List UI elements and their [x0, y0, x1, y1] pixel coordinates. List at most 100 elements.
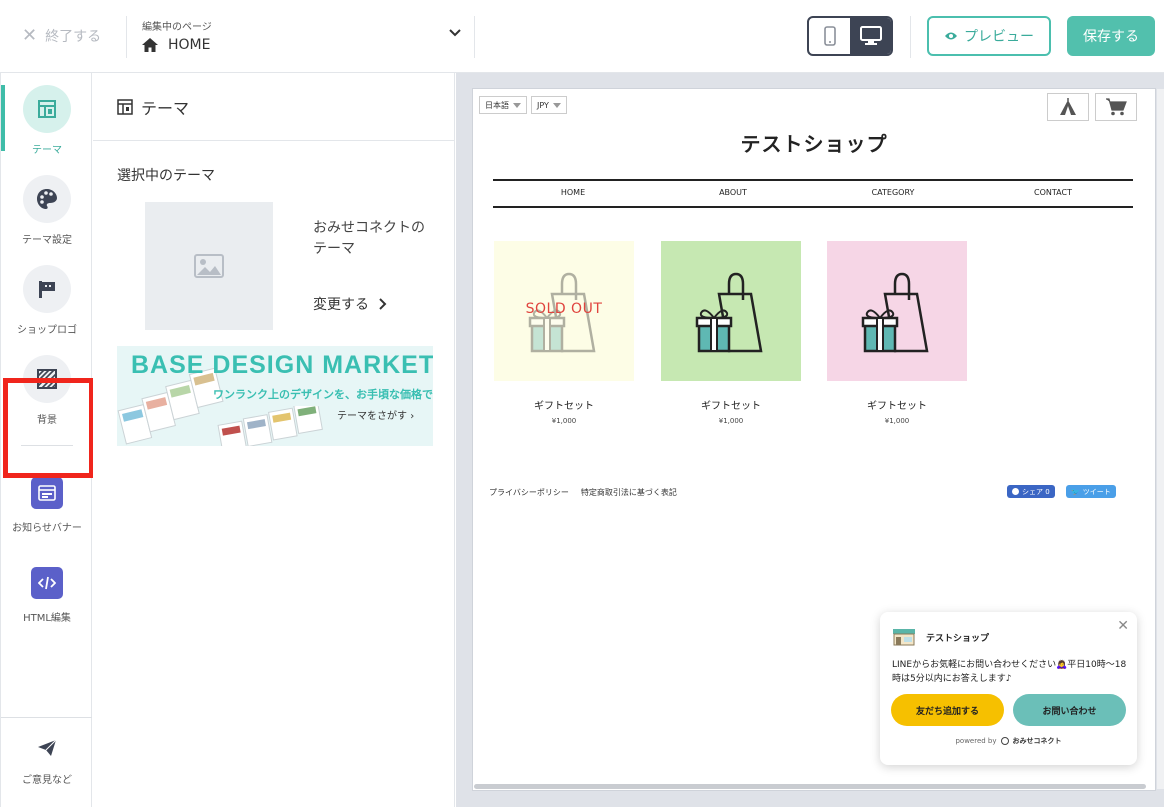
cart-button[interactable]	[1095, 93, 1137, 121]
theme-mockups-illustration	[217, 406, 323, 446]
product-price: ¥1,000	[884, 417, 910, 425]
product-card[interactable]: ギフトセット ¥1,000	[661, 241, 801, 425]
sidebar-item-label: お知らせバナー	[12, 523, 82, 534]
nav-link-contact[interactable]: CONTACT	[973, 188, 1133, 197]
sidebar-item-label: テーマ	[32, 145, 62, 156]
home-icon	[142, 38, 158, 52]
currency-select[interactable]: JPY	[531, 96, 567, 114]
divider	[1, 717, 92, 718]
stripes-icon	[37, 369, 57, 389]
product-card[interactable]: ギフトセット ¥1,000	[827, 241, 967, 425]
tweet-button[interactable]: 🐦 ツイート	[1066, 485, 1116, 498]
mobile-view-button[interactable]	[809, 18, 850, 54]
page-selector-caption: 編集中のページ	[142, 22, 212, 33]
product-card[interactable]: SOLD OUT ギフトセット ¥1,000	[494, 241, 634, 425]
commerce-law-link[interactable]: 特定商取引法に基づく表記	[581, 487, 677, 498]
palette-icon	[37, 189, 57, 209]
horizontal-scrollbar[interactable]	[474, 784, 1146, 789]
close-label: 終了する	[45, 29, 102, 45]
product-name: ギフトセット	[867, 401, 927, 412]
panel-title: テーマ	[141, 98, 190, 118]
vertical-scrollbar[interactable]	[1157, 89, 1164, 789]
dropdown-triangle-icon	[552, 102, 561, 108]
change-theme-link[interactable]: 変更する	[313, 294, 387, 314]
brand-logo-icon	[1000, 737, 1009, 745]
preview-label: プレビュー	[964, 29, 1034, 45]
device-toggle	[807, 16, 893, 56]
nav-border-bottom	[493, 206, 1133, 208]
product-price: ¥1,000	[718, 417, 744, 425]
sidebar-item-shop-logo[interactable]: ショップロゴ	[1, 265, 93, 336]
nav-link-category[interactable]: CATEGORY	[813, 188, 973, 197]
layout-icon	[117, 98, 133, 115]
page-selector[interactable]: 編集中のページ HOME	[142, 18, 462, 58]
sidebar-item-theme-settings[interactable]: テーマ設定	[1, 175, 93, 246]
layout-icon	[38, 100, 56, 118]
flag-icon	[39, 281, 55, 298]
preview-button[interactable]: プレビュー	[927, 16, 1051, 56]
sidebar-item-label: ご意見など	[22, 775, 72, 786]
theme-name: おみせコネクトのテーマ	[313, 220, 425, 257]
language-value: 日本語	[485, 100, 509, 110]
sidebar-item-html-edit[interactable]: HTML編集	[1, 567, 93, 624]
save-button[interactable]: 保存する	[1067, 16, 1155, 56]
line-chat-widget: ✕ テストショップ LINEからお気軽にお問い合わせください🙇‍♀️平日10時〜…	[880, 612, 1137, 765]
share-label: シェア 0	[1022, 487, 1050, 496]
privacy-policy-link[interactable]: プライバシーポリシー	[489, 487, 569, 498]
gift-bag-icon	[695, 272, 763, 353]
close-editor-button[interactable]: ✕ 終了する	[22, 26, 101, 46]
theme-thumbnail	[145, 202, 273, 330]
banner-title: BASE DESIGN MARKET	[131, 351, 433, 379]
banner-icon	[38, 485, 56, 501]
nav-border-top	[493, 179, 1133, 181]
image-placeholder-icon	[194, 254, 224, 278]
powered-by: powered by おみせコネクト	[880, 736, 1137, 746]
twitter-bird-icon: 🐦	[1071, 487, 1080, 496]
sidebar-item-icon-wrap	[23, 265, 71, 313]
chevron-down-icon	[449, 29, 461, 37]
chevron-right-icon: ›	[410, 411, 415, 422]
contact-button[interactable]: お問い合わせ	[1013, 694, 1126, 726]
add-friend-button[interactable]: 友だち追加する	[891, 694, 1004, 726]
shop-nav: HOME ABOUT CATEGORY CONTACT	[493, 188, 1133, 197]
divider	[126, 16, 127, 58]
design-market-banner[interactable]: BASE DESIGN MARKET ワンランク上のデザインを、お手頃な価格で …	[117, 346, 433, 446]
sidebar-item-feedback[interactable]: ご意見など	[1, 739, 93, 786]
panel-header: テーマ	[93, 73, 454, 141]
sold-out-label: SOLD OUT	[525, 301, 603, 317]
left-sidebar: テーマ テーマ設定 ショップロゴ 背景 お知らせバナー HTML編集 ご意見など	[0, 73, 92, 807]
eye-icon	[945, 32, 957, 40]
desktop-view-button[interactable]	[850, 18, 891, 54]
sidebar-item-label: HTML編集	[23, 613, 71, 624]
facebook-icon	[1012, 488, 1019, 495]
code-icon	[38, 576, 56, 590]
sidebar-item-icon-wrap	[31, 567, 63, 599]
dropdown-triangle-icon	[513, 102, 521, 108]
close-icon: ✕	[22, 25, 38, 46]
sidebar-item-label: 背景	[37, 415, 57, 426]
sidebar-item-theme[interactable]: テーマ	[1, 85, 93, 156]
nav-link-about[interactable]: ABOUT	[653, 188, 813, 197]
banner-cta: テーマをさがす ›	[337, 407, 414, 422]
tweet-label: ツイート	[1082, 487, 1111, 496]
top-toolbar: ✕ 終了する 編集中のページ HOME プレビュー 保存する	[0, 0, 1164, 73]
language-select[interactable]: 日本語	[479, 96, 527, 114]
tent-button[interactable]	[1047, 93, 1089, 121]
theme-panel: テーマ 選択中のテーマ おみせコネクトのテーマ 変更する BASE DESIGN	[93, 73, 455, 807]
cart-icon	[1106, 98, 1127, 116]
shop-footer-links: プライバシーポリシー 特定商取引法に基づく表記	[489, 487, 677, 498]
nav-link-home[interactable]: HOME	[493, 188, 653, 197]
sidebar-item-notice-banner[interactable]: お知らせバナー	[1, 477, 93, 534]
chat-message: LINEからお気軽にお問い合わせください🙇‍♀️平日10時〜18時は5分以内にお…	[892, 660, 1127, 684]
facebook-share-button[interactable]: シェア 0	[1007, 485, 1055, 498]
close-icon[interactable]: ✕	[1117, 618, 1129, 634]
sidebar-item-icon-wrap	[23, 175, 71, 223]
shop-storefront-icon	[893, 629, 915, 646]
sidebar-item-background[interactable]: 背景	[1, 355, 93, 426]
selected-theme-heading: 選択中のテーマ	[117, 168, 215, 184]
sidebar-item-icon-wrap	[23, 355, 71, 403]
chevron-right-icon	[379, 298, 387, 310]
shop-title: テストショップ	[740, 132, 888, 156]
product-image	[661, 241, 801, 381]
gift-bag-icon	[861, 272, 929, 353]
